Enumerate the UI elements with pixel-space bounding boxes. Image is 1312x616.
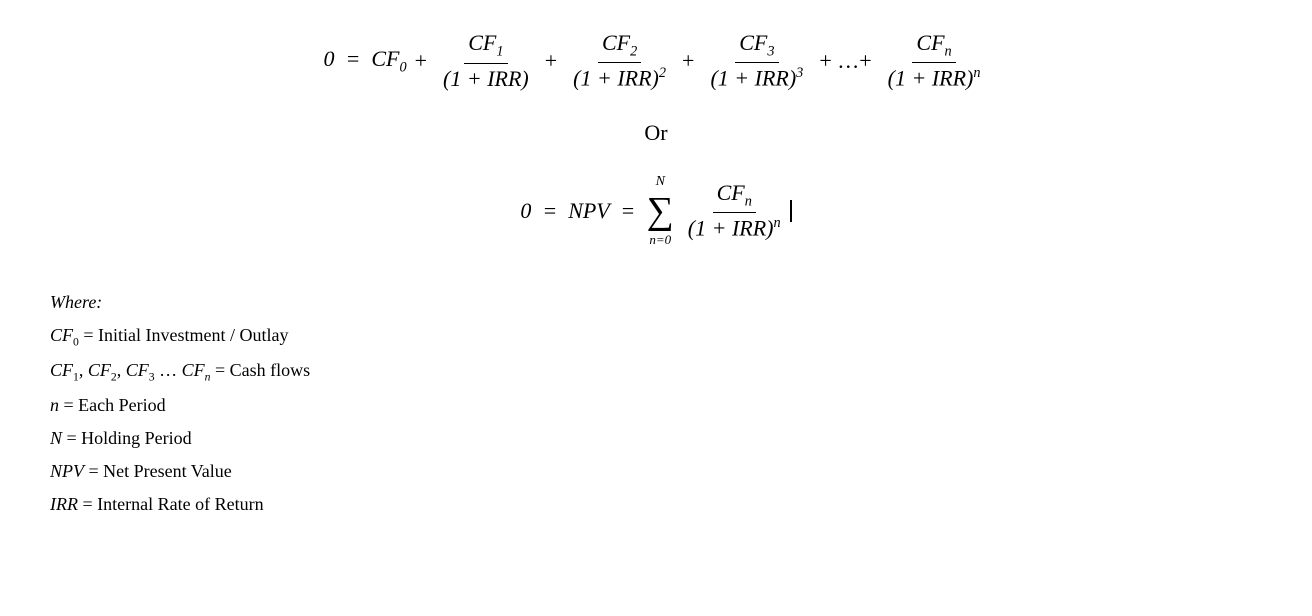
fraction-n: CFn (1 + IRR)n — [884, 30, 985, 92]
plus-1: + — [415, 48, 427, 74]
sigma-upper: N — [656, 174, 665, 190]
frac-sum-numerator: CFn — [713, 180, 756, 213]
sigma-symbol: ∑ — [647, 192, 674, 230]
plus-3: + — [682, 48, 694, 74]
frac1-numerator: CF1 — [464, 30, 507, 63]
fraction-1: CF1 (1 + IRR) — [439, 30, 533, 91]
or-separator: Or — [644, 120, 667, 146]
text-cursor — [790, 200, 792, 222]
fraction-sum: CFn (1 + IRR)n — [684, 180, 785, 242]
fracn-numerator: CFn — [912, 30, 955, 63]
cf0-definition: CF0 = Initial Investment / Outlay — [50, 321, 1272, 352]
frac2-numerator: CF2 — [598, 30, 641, 63]
frac3-numerator: CF3 — [735, 30, 778, 63]
formula-2: 0 = NPV = N ∑ n=0 CFn (1 + IRR)n — [520, 174, 791, 248]
summation: N ∑ n=0 — [647, 174, 674, 248]
fraction-2: CF2 (1 + IRR)2 — [569, 30, 670, 92]
fracn-denominator: (1 + IRR)n — [884, 63, 985, 91]
formula-area: 0 = CF0 + CF1 (1 + IRR) + CF2 (1 + IRR)2… — [40, 20, 1272, 258]
where-section: Where: CF0 = Initial Investment / Outlay… — [40, 288, 1272, 519]
fraction-3: CF3 (1 + IRR)3 — [706, 30, 807, 92]
sigma-lower: n=0 — [649, 232, 671, 248]
cf1n-definition: CF1, CF2, CF3 … CFn = Cash flows — [50, 356, 1272, 387]
NPV-definition: NPV = Net Present Value — [50, 457, 1272, 486]
n-definition: n = Each Period — [50, 391, 1272, 420]
N-definition: N = Holding Period — [50, 424, 1272, 453]
zero-equals: 0 = CF0 — [323, 46, 406, 76]
IRR-definition: IRR = Internal Rate of Return — [50, 490, 1272, 519]
frac3-denominator: (1 + IRR)3 — [706, 63, 807, 91]
frac2-denominator: (1 + IRR)2 — [569, 63, 670, 91]
plus-2: + — [545, 48, 557, 74]
frac1-denominator: (1 + IRR) — [439, 64, 533, 92]
npv-zero-equals: 0 = NPV = — [520, 198, 640, 224]
ellipsis: + …+ — [819, 48, 871, 74]
frac-sum-denominator: (1 + IRR)n — [684, 213, 785, 241]
where-label: Where: — [50, 288, 1272, 317]
formula-1: 0 = CF0 + CF1 (1 + IRR) + CF2 (1 + IRR)2… — [323, 30, 988, 92]
